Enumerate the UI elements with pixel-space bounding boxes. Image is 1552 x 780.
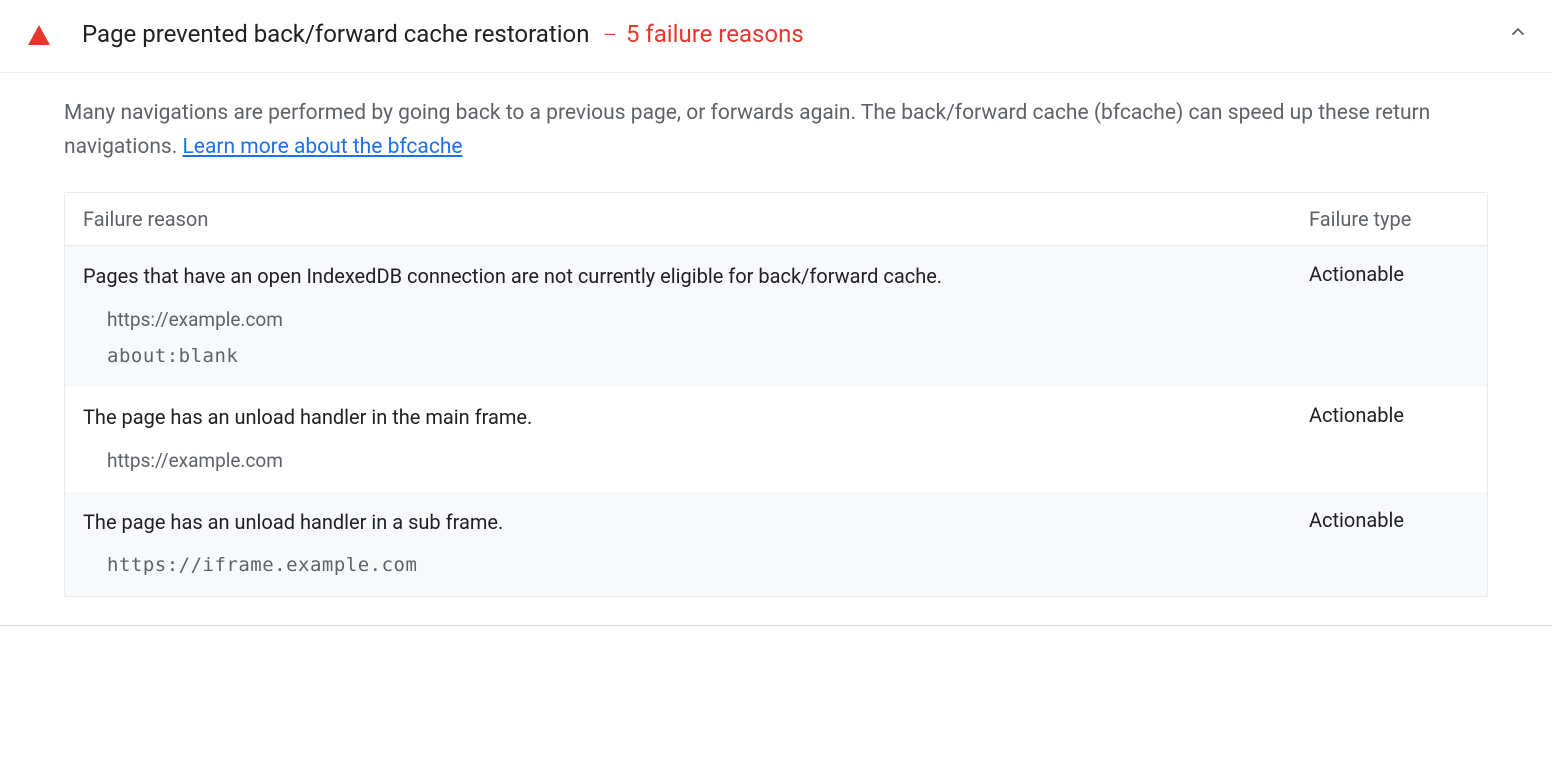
failure-url-list: https://example.com bbox=[107, 449, 283, 472]
audit-header[interactable]: Page prevented back/forward cache restor… bbox=[0, 0, 1552, 73]
chevron-up-icon[interactable] bbox=[1508, 22, 1528, 46]
failure-count-badge: 5 failure reasons bbox=[626, 20, 804, 48]
table-header: Failure reason Failure type bbox=[65, 193, 1487, 246]
title-separator: — bbox=[603, 25, 616, 44]
failure-url-list: https://example.com about:blank bbox=[107, 308, 283, 367]
audit-description: Many navigations are performed by going … bbox=[64, 97, 1488, 164]
failure-url: https://example.com bbox=[107, 449, 283, 472]
col-header-reason: Failure reason bbox=[83, 207, 1309, 231]
failure-reason: The page has an unload handler in a sub … bbox=[83, 508, 1309, 536]
audit-title: Page prevented back/forward cache restor… bbox=[82, 20, 589, 48]
failure-url: https://example.com bbox=[107, 308, 283, 331]
table-row: The page has an unload handler in a sub … bbox=[65, 492, 1487, 596]
table-row: Pages that have an open IndexedDB connec… bbox=[65, 246, 1487, 387]
failure-url: https://iframe.example.com bbox=[107, 554, 417, 576]
failure-reason: The page has an unload handler in the ma… bbox=[83, 403, 1309, 431]
failure-type: Actionable bbox=[1309, 262, 1469, 286]
audit-panel: Page prevented back/forward cache restor… bbox=[0, 0, 1552, 626]
failure-reason: Pages that have an open IndexedDB connec… bbox=[83, 262, 1309, 290]
failure-url: about:blank bbox=[107, 345, 283, 367]
failure-table: Failure reason Failure type Pages that h… bbox=[64, 192, 1488, 597]
failure-url-list: https://iframe.example.com bbox=[107, 554, 417, 576]
col-header-type: Failure type bbox=[1309, 207, 1469, 231]
audit-body: Many navigations are performed by going … bbox=[0, 73, 1552, 625]
fail-triangle-icon bbox=[28, 25, 50, 45]
table-row: The page has an unload handler in the ma… bbox=[65, 387, 1487, 492]
failure-type: Actionable bbox=[1309, 508, 1469, 532]
learn-more-link[interactable]: Learn more about the bfcache bbox=[183, 135, 463, 159]
failure-type: Actionable bbox=[1309, 403, 1469, 427]
